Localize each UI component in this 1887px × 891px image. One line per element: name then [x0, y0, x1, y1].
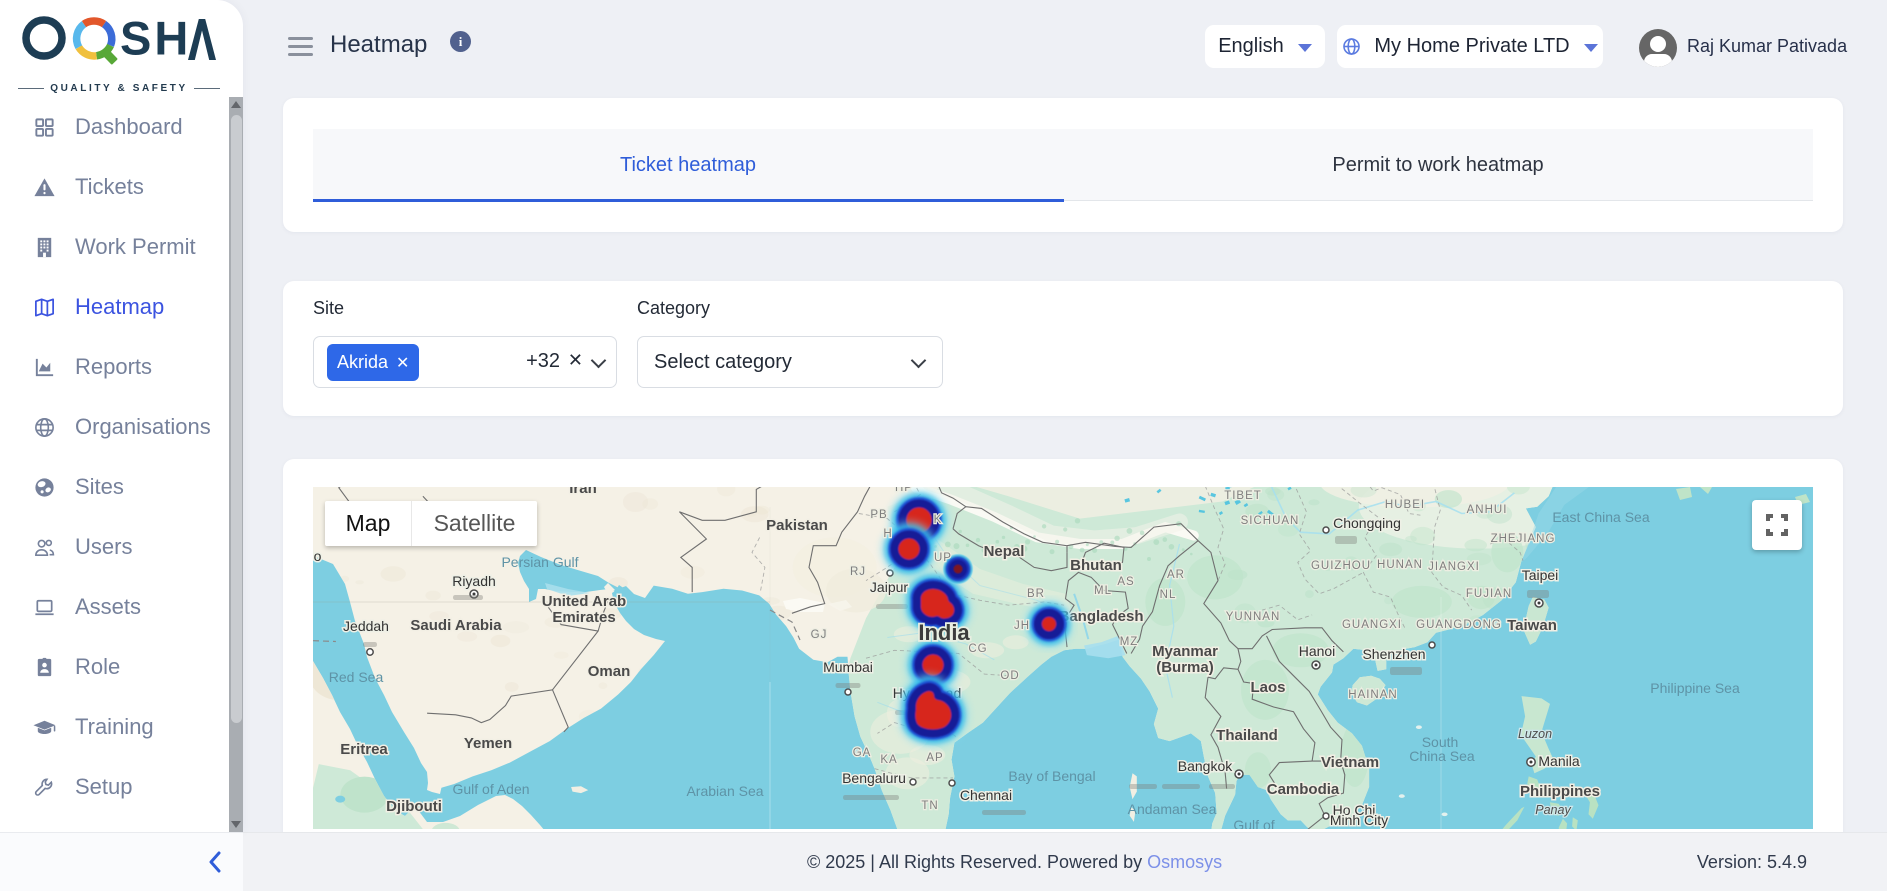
- svg-text:Jo: Jo: [313, 548, 322, 564]
- svg-text:PB: PB: [870, 509, 887, 521]
- svg-text:Red Sea: Red Sea: [329, 669, 384, 685]
- svg-text:India: India: [918, 620, 970, 645]
- svg-text:ZHEJIANG: ZHEJIANG: [1491, 533, 1556, 545]
- svg-text:SICHUAN: SICHUAN: [1241, 515, 1300, 527]
- svg-text:Pakistan: Pakistan: [766, 517, 828, 534]
- svg-text:Djibouti: Djibouti: [386, 798, 442, 815]
- svg-text:Laos: Laos: [1250, 679, 1285, 696]
- svg-text:Bhutan: Bhutan: [1070, 557, 1122, 574]
- svg-text:JH: JH: [1014, 620, 1030, 632]
- svg-text:GA: GA: [853, 747, 872, 759]
- svg-text:K: K: [934, 514, 943, 526]
- svg-text:RJ: RJ: [850, 566, 866, 578]
- svg-text:AP: AP: [926, 752, 943, 764]
- svg-text:Bengaluru: Bengaluru: [842, 770, 906, 786]
- svg-text:NL: NL: [1160, 589, 1177, 601]
- svg-text:MZ: MZ: [1120, 636, 1139, 648]
- svg-text:Manila: Manila: [1538, 753, 1579, 769]
- svg-text:Iran: Iran: [569, 487, 597, 497]
- svg-text:Panay: Panay: [1535, 803, 1571, 817]
- svg-text:Hanoi: Hanoi: [1299, 643, 1336, 659]
- svg-text:Myanmar: Myanmar: [1152, 643, 1218, 660]
- svg-text:Chongqing: Chongqing: [1333, 515, 1401, 531]
- svg-text:GUANGDONG: GUANGDONG: [1416, 619, 1502, 631]
- svg-text:TN: TN: [921, 800, 938, 812]
- svg-text:Taipei: Taipei: [1522, 567, 1559, 583]
- svg-text:ML: ML: [1094, 585, 1112, 597]
- svg-text:Shenzhen: Shenzhen: [1362, 646, 1425, 662]
- svg-text:Luzon: Luzon: [1518, 727, 1552, 741]
- svg-text:SH: SH: [120, 13, 191, 65]
- svg-text:Taiwan: Taiwan: [1507, 617, 1557, 634]
- svg-text:Saudi Arabia: Saudi Arabia: [410, 617, 502, 634]
- svg-text:(Burma): (Burma): [1156, 659, 1214, 676]
- svg-text:UP: UP: [934, 552, 952, 564]
- svg-text:Gulf of: Gulf of: [1233, 817, 1274, 829]
- svg-text:Emirates: Emirates: [552, 609, 615, 626]
- svg-text:East China Sea: East China Sea: [1552, 509, 1649, 525]
- svg-text:Arabian Sea: Arabian Sea: [686, 783, 763, 799]
- svg-text:GUANGXI: GUANGXI: [1342, 619, 1402, 631]
- svg-text:HAINAN: HAINAN: [1348, 689, 1397, 701]
- svg-text:Bangkok: Bangkok: [1178, 758, 1233, 774]
- svg-text:Mumbai: Mumbai: [823, 659, 873, 675]
- svg-text:Riyadh: Riyadh: [452, 573, 496, 589]
- svg-text:Cambodia: Cambodia: [1267, 781, 1340, 798]
- svg-text:Oman: Oman: [588, 663, 631, 680]
- svg-text:Minh City: Minh City: [1330, 812, 1388, 828]
- svg-text:FUJIAN: FUJIAN: [1466, 588, 1512, 600]
- svg-text:Philippine Sea: Philippine Sea: [1650, 680, 1740, 696]
- svg-text:KA: KA: [880, 754, 897, 766]
- svg-text:GUIZHOU: GUIZHOU: [1311, 560, 1371, 572]
- svg-text:HUNAN: HUNAN: [1377, 559, 1423, 571]
- svg-text:CG: CG: [968, 643, 987, 655]
- svg-text:YUNNAN: YUNNAN: [1226, 611, 1281, 623]
- svg-text:Jeddah: Jeddah: [343, 618, 389, 634]
- svg-text:Andaman Sea: Andaman Sea: [1128, 801, 1217, 817]
- svg-text:AR: AR: [1167, 569, 1185, 581]
- svg-text:Bay of Bengal: Bay of Bengal: [1008, 768, 1095, 784]
- svg-text:HUBEI: HUBEI: [1385, 499, 1425, 511]
- svg-text:Chennai: Chennai: [960, 787, 1012, 803]
- svg-text:Yemen: Yemen: [464, 735, 512, 752]
- svg-text:BR: BR: [1027, 588, 1045, 600]
- svg-text:Nepal: Nepal: [984, 543, 1025, 560]
- svg-text:United Arab: United Arab: [542, 593, 626, 610]
- svg-text:HP: HP: [895, 487, 913, 494]
- svg-text:China Sea: China Sea: [1409, 748, 1475, 764]
- svg-text:TIBET: TIBET: [1224, 490, 1262, 502]
- svg-text:Persian Gulf: Persian Gulf: [501, 554, 578, 570]
- svg-text:Gulf of Aden: Gulf of Aden: [452, 781, 529, 797]
- svg-text:Eritrea: Eritrea: [340, 741, 388, 758]
- svg-text:Philippines: Philippines: [1520, 783, 1600, 800]
- svg-text:Jaipur: Jaipur: [870, 579, 908, 595]
- svg-text:AS: AS: [1117, 576, 1134, 588]
- svg-text:JIANGXI: JIANGXI: [1428, 561, 1480, 573]
- svg-text:GJ: GJ: [811, 629, 828, 641]
- svg-text:ANHUI: ANHUI: [1467, 504, 1508, 516]
- svg-text:Vietnam: Vietnam: [1321, 754, 1379, 771]
- svg-text:H: H: [883, 528, 892, 540]
- svg-text:Thailand: Thailand: [1216, 727, 1278, 744]
- svg-text:OD: OD: [1000, 670, 1019, 682]
